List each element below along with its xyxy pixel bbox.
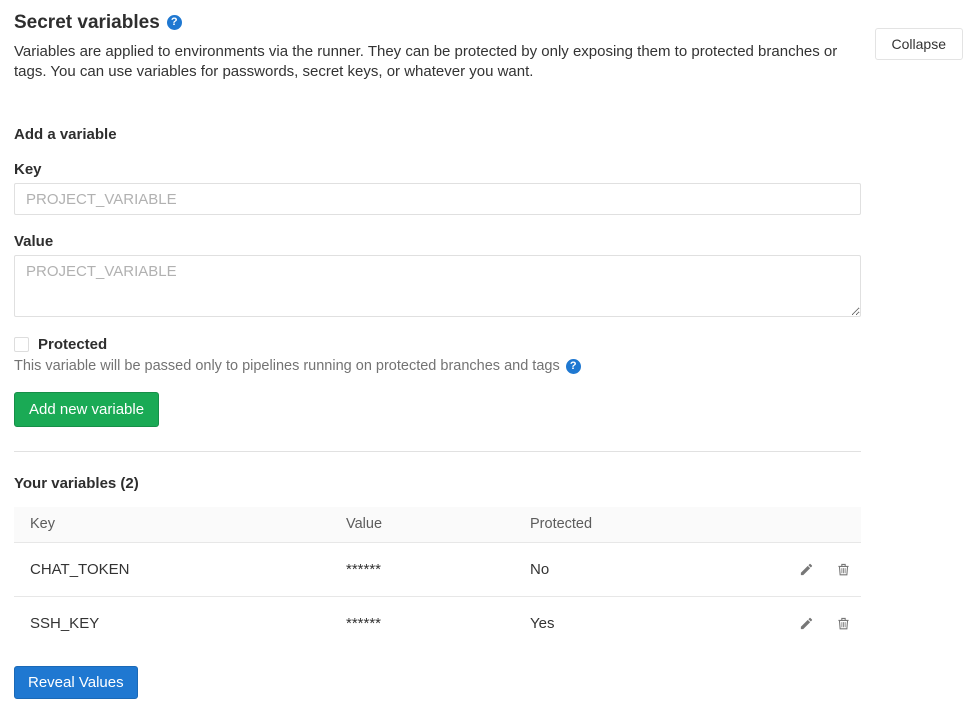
row-actions [734, 542, 861, 596]
help-icon[interactable]: ? [167, 15, 182, 30]
column-header-value: Value [330, 507, 514, 542]
delete-variable-button[interactable] [836, 616, 851, 631]
reveal-values-button[interactable]: Reveal Values [14, 666, 138, 699]
add-new-variable-button[interactable]: Add new variable [14, 392, 159, 427]
edit-variable-button[interactable] [799, 562, 814, 577]
protected-help-row: This variable will be passed only to pip… [14, 358, 963, 374]
add-variable-heading: Add a variable [14, 126, 963, 143]
variable-value-masked: ****** [330, 542, 514, 596]
protected-label: Protected [38, 336, 107, 353]
value-label: Value [14, 233, 963, 250]
variable-key: CHAT_TOKEN [14, 542, 330, 596]
delete-variable-button[interactable] [836, 562, 851, 577]
variable-key: SSH_KEY [14, 596, 330, 650]
variable-protected-status: No [514, 542, 734, 596]
your-variables-heading: Your variables (2) [14, 475, 963, 492]
column-header-protected: Protected [514, 507, 734, 542]
trash-icon [836, 619, 851, 634]
table-header-row: Key Value Protected [14, 507, 861, 542]
protected-help-text: This variable will be passed only to pip… [14, 358, 560, 374]
section-divider [14, 451, 861, 452]
variable-protected-status: Yes [514, 596, 734, 650]
row-actions [734, 596, 861, 650]
help-icon[interactable]: ? [566, 359, 581, 374]
table-row: SSH_KEY ****** Yes [14, 596, 861, 650]
page-title: Secret variables [14, 13, 160, 32]
variables-table: Key Value Protected CHAT_TOKEN ****** No [14, 507, 861, 650]
edit-variable-button[interactable] [799, 616, 814, 631]
column-header-actions [734, 507, 861, 542]
value-textarea[interactable] [14, 255, 861, 317]
column-header-key: Key [14, 507, 330, 542]
section-description: Variables are applied to environments vi… [14, 42, 861, 82]
protected-checkbox[interactable] [14, 337, 29, 352]
page-header: Secret variables ? [14, 13, 963, 32]
trash-icon [836, 565, 851, 580]
protected-checkbox-row: Protected [14, 336, 963, 353]
pencil-icon [799, 565, 814, 580]
secret-variables-panel: Collapse Secret variables ? Variables ar… [0, 13, 977, 699]
table-row: CHAT_TOKEN ****** No [14, 542, 861, 596]
key-label: Key [14, 161, 963, 178]
pencil-icon [799, 619, 814, 634]
key-input[interactable] [14, 183, 861, 215]
collapse-button[interactable]: Collapse [875, 28, 963, 60]
variable-value-masked: ****** [330, 596, 514, 650]
